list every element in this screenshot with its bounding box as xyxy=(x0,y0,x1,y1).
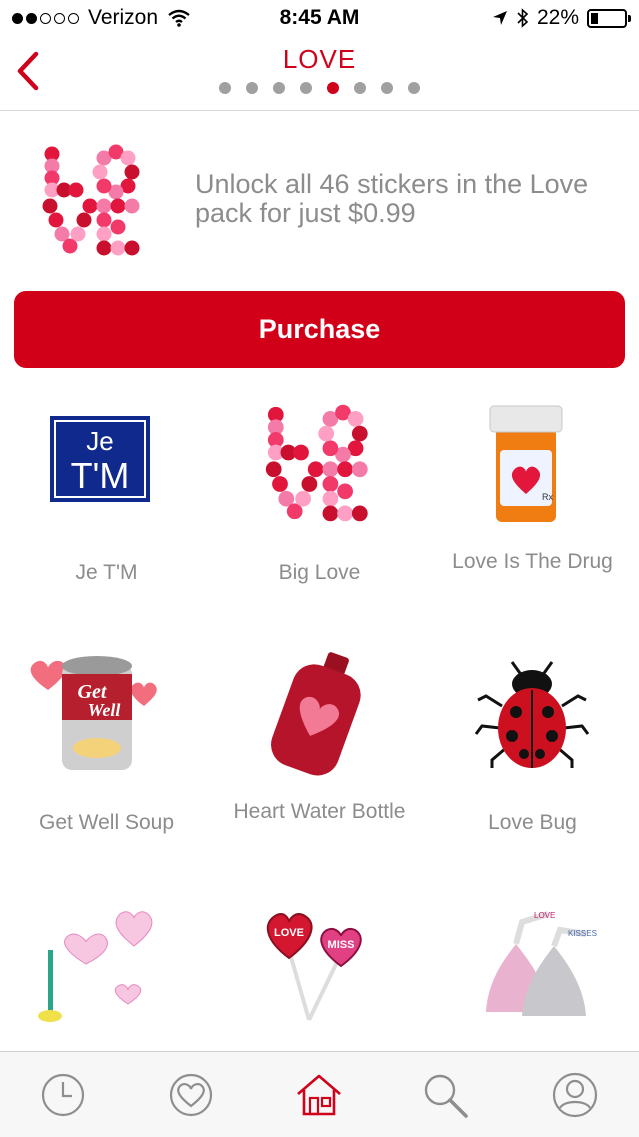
bluetooth-icon xyxy=(517,8,529,28)
flower-petal xyxy=(322,476,339,492)
page-dot[interactable] xyxy=(300,82,312,94)
flower-petal xyxy=(337,461,353,478)
purchase-button[interactable]: Purchase xyxy=(14,291,625,368)
flower-petal xyxy=(318,425,335,442)
chocolate-kisses-image: LOVE KISSES xyxy=(486,911,597,1016)
je-tm-line2: T'M xyxy=(71,455,130,496)
sticker-label: Heart Water Bottle xyxy=(233,800,406,823)
big-love-sticker-thumbnail xyxy=(42,144,140,256)
location-arrow-icon xyxy=(492,11,507,25)
flower-petal xyxy=(110,198,126,214)
page-title: LOVE xyxy=(282,44,357,74)
flower-petal xyxy=(76,212,92,228)
flower-petal xyxy=(337,505,353,522)
svg-text:Rx: Rx xyxy=(542,492,553,502)
page-dot[interactable] xyxy=(327,82,339,94)
flower-petal xyxy=(265,461,282,478)
battery-icon xyxy=(587,8,631,28)
big-love-flowers-image xyxy=(265,404,368,522)
sticker-label: Je T'M xyxy=(75,561,138,584)
je-tm-line1: Je xyxy=(86,426,113,456)
flower-petal xyxy=(337,483,353,500)
profile-icon[interactable] xyxy=(550,1070,600,1120)
heart-icon[interactable] xyxy=(166,1070,216,1120)
flower-petal xyxy=(96,226,112,242)
kiss-art-line2: KISSES xyxy=(568,929,597,938)
battery-percent: 22% xyxy=(536,6,579,29)
flower-petal xyxy=(96,198,112,214)
flower-petal xyxy=(124,198,140,214)
unlock-message: Unlock all 46 stickers in the Love pack … xyxy=(195,169,589,228)
flower-petal xyxy=(322,490,339,507)
search-icon[interactable] xyxy=(420,1070,470,1120)
hot-water-bottle-image xyxy=(271,652,361,776)
ladybug-image xyxy=(474,661,590,768)
flower-petal xyxy=(307,461,324,478)
heart-bubbles-image xyxy=(38,911,153,1022)
flower-petal xyxy=(96,178,112,194)
flower-petal xyxy=(124,164,140,180)
flower-petal xyxy=(322,461,339,478)
flower-petal xyxy=(68,182,84,198)
flower-petal xyxy=(42,198,58,214)
page-dot[interactable] xyxy=(381,82,393,94)
flower-petal xyxy=(48,212,64,228)
page-dot[interactable] xyxy=(354,82,366,94)
pill-bottle-image: Rx xyxy=(489,405,563,522)
page-dot[interactable] xyxy=(273,82,285,94)
flower-petal xyxy=(272,476,288,492)
flower-petal xyxy=(322,505,339,522)
home-icon[interactable] xyxy=(294,1070,344,1120)
status-bar: Verizon 8:45 AM 22% xyxy=(0,0,639,38)
flower-petal xyxy=(295,490,311,507)
flower-petal xyxy=(70,226,86,242)
flower-petal xyxy=(322,440,339,457)
page-dot[interactable] xyxy=(408,82,420,94)
page-indicator[interactable] xyxy=(0,82,639,94)
flower-petal xyxy=(351,505,368,522)
flower-petal xyxy=(351,461,368,478)
flower-petal xyxy=(293,444,309,461)
sticker-label: Big Love xyxy=(278,561,361,584)
flower-petal xyxy=(301,476,318,492)
soup-can-image: Get Well xyxy=(30,656,157,770)
nav-bar: LOVE xyxy=(0,38,639,111)
kiss-art-line1: LOVE xyxy=(534,911,555,920)
tab-bar xyxy=(0,1051,639,1137)
status-right: 22% xyxy=(492,6,631,30)
flower-petal xyxy=(110,219,126,235)
flower-petal xyxy=(124,240,140,256)
je-tm-sign-image: Je T'M xyxy=(50,416,150,502)
sticker-label: Love Is The Drug xyxy=(452,550,613,573)
heart-lollipops-image: LOVE MISS xyxy=(266,913,362,1021)
page-dot[interactable] xyxy=(246,82,258,94)
flower-petal xyxy=(110,240,126,256)
flower-petal xyxy=(351,425,368,442)
sticker-label: Get Well Soup xyxy=(38,811,174,834)
lollipop-art-line1: LOVE xyxy=(274,927,304,939)
sticker-label: Love Bug xyxy=(488,811,577,834)
flower-petal xyxy=(120,150,136,166)
soup-art-line2: Well xyxy=(88,700,121,720)
clock-icon[interactable] xyxy=(38,1070,88,1120)
page-dot[interactable] xyxy=(219,82,231,94)
lollipop-art-line2: MISS xyxy=(328,939,355,951)
flower-petal xyxy=(96,212,112,228)
flower-petal xyxy=(92,164,108,180)
flower-petal xyxy=(82,198,98,214)
flower-petal xyxy=(96,240,112,256)
flower-petal xyxy=(347,411,364,427)
